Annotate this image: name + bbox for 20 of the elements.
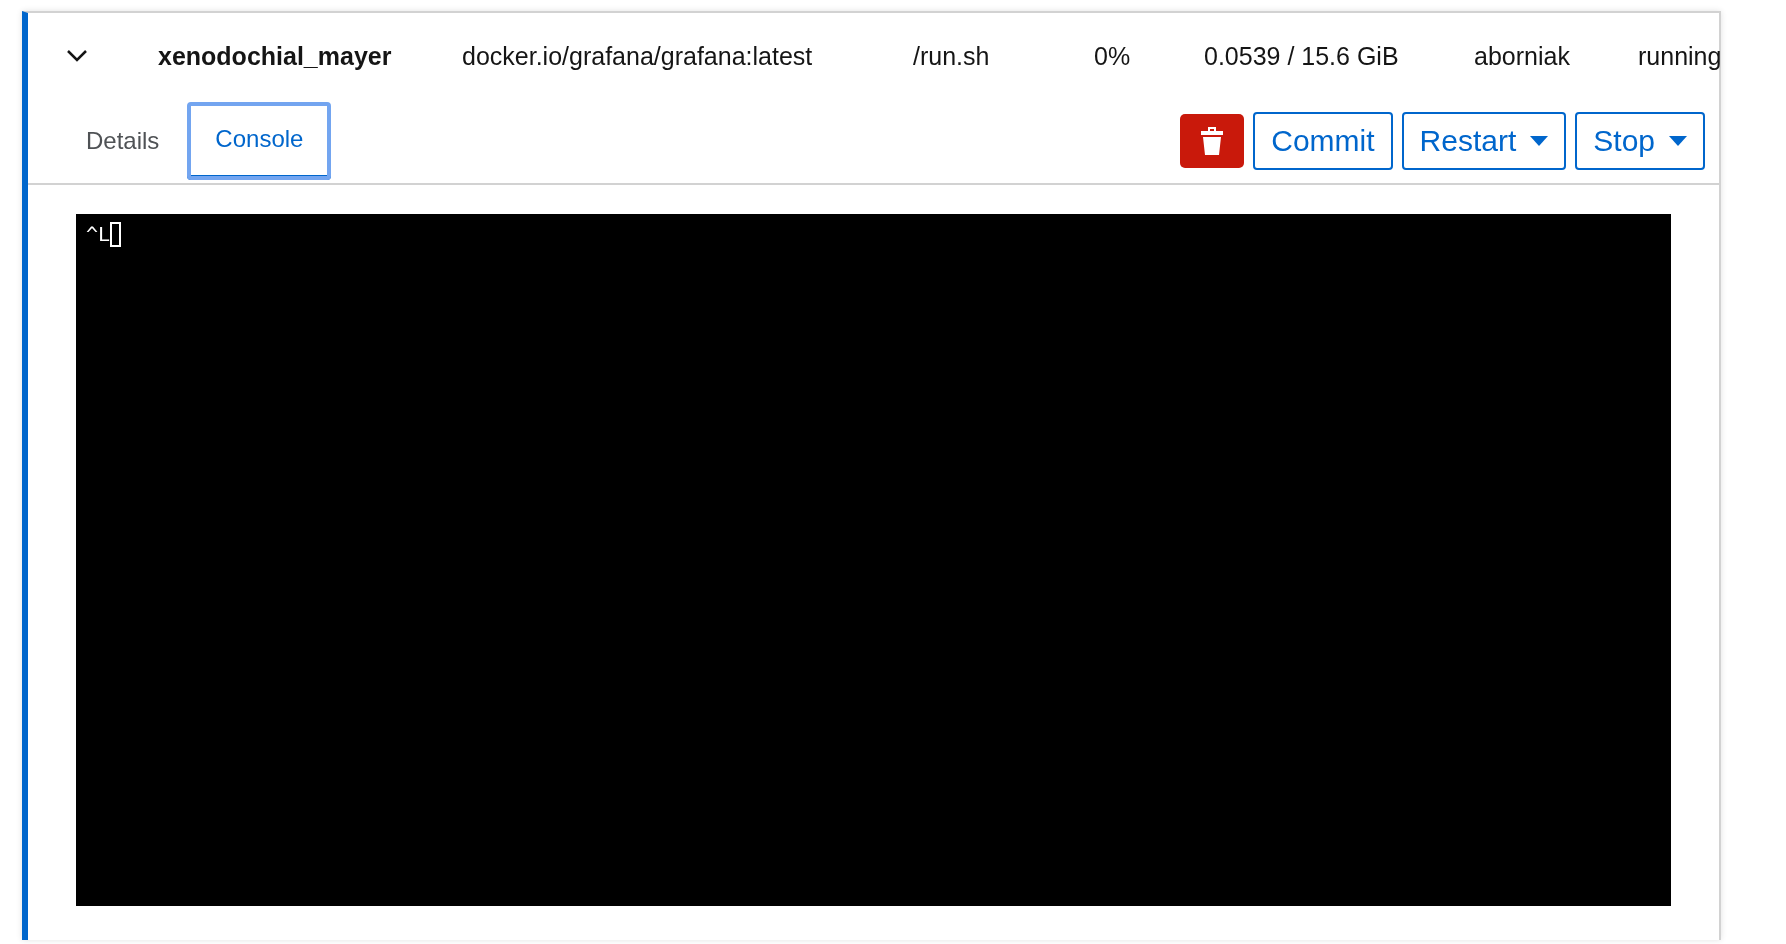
caret-icon bbox=[1669, 136, 1687, 146]
owner-name: aborniak bbox=[1474, 41, 1571, 71]
container-state: running bbox=[1638, 41, 1722, 71]
commit-button[interactable]: Commit bbox=[1253, 112, 1393, 170]
chevron-icon[interactable] bbox=[66, 49, 88, 63]
terminal-cursor bbox=[110, 222, 122, 247]
terminal-console[interactable]: ^L bbox=[76, 214, 1671, 906]
caret-icon bbox=[1530, 136, 1549, 146]
container-name: xenodochial_mayer bbox=[158, 41, 393, 71]
console-text: ^L bbox=[86, 222, 111, 246]
trash-icon bbox=[1200, 126, 1225, 156]
image-name: docker.io/grafana/grafana:latest bbox=[462, 41, 814, 71]
dropdown-button[interactable]: Restart bbox=[1401, 112, 1567, 170]
cpu-usage: 0% bbox=[1094, 41, 1132, 71]
dropdown-button[interactable]: Stop bbox=[1575, 112, 1705, 170]
memory-usage: 0.0539 / 15.6 GiB bbox=[1204, 41, 1400, 71]
tab[interactable]: Details bbox=[58, 102, 188, 180]
command-text: /run.sh bbox=[913, 41, 991, 71]
delete-button[interactable] bbox=[1180, 114, 1245, 168]
tab[interactable]: Console bbox=[187, 102, 332, 180]
